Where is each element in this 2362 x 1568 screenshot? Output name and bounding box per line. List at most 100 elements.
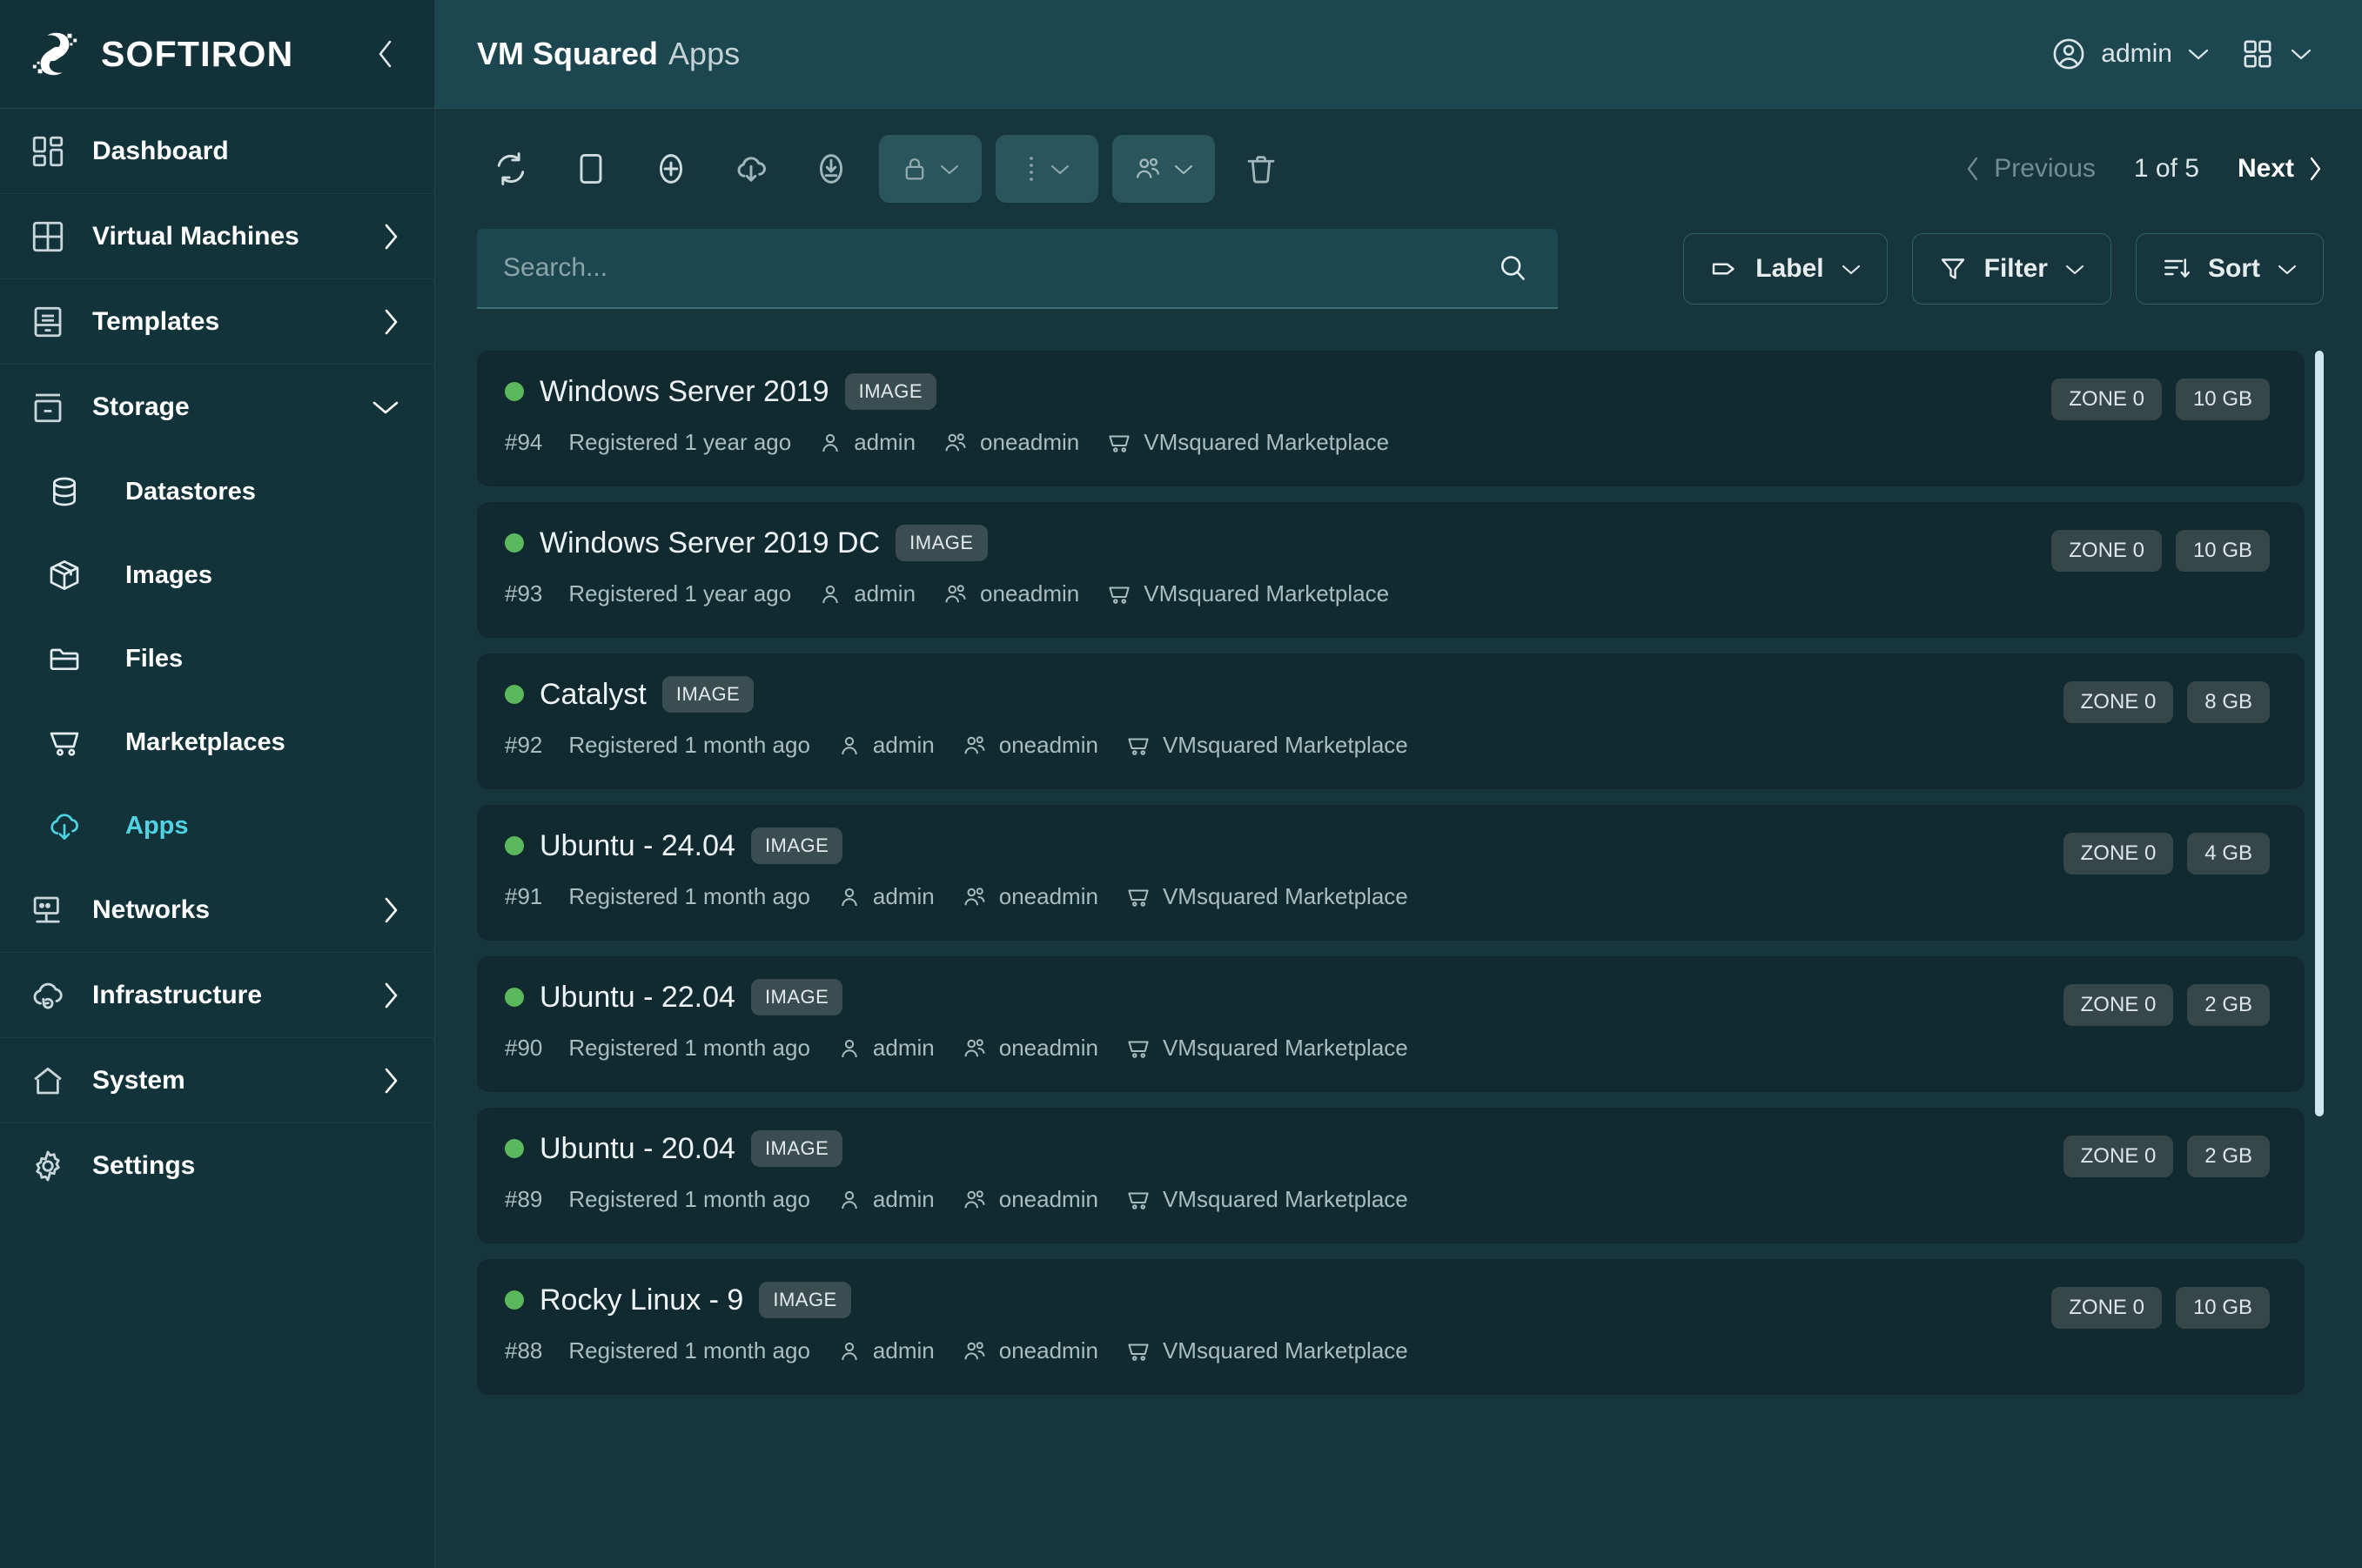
pagination: Previous 1 of 5 Next	[1964, 154, 2324, 184]
owner-name: admin	[872, 732, 935, 758]
row-badges: ZONE 0 10 GB	[2051, 525, 2270, 572]
home-icon	[28, 1062, 68, 1099]
next-page-button[interactable]: Next	[2238, 154, 2324, 184]
table-row[interactable]: Ubuntu - 24.04 IMAGE #91 Registered 1 month…	[477, 805, 2305, 941]
owner-name: admin	[872, 1337, 935, 1364]
table-row[interactable]: Rocky Linux - 9 IMAGE #88 Registered 1 mont…	[477, 1259, 2305, 1395]
user-menu[interactable]: admin	[2050, 36, 2211, 72]
table-row[interactable]: Windows Server 2019 IMAGE #94 Registered 1 …	[477, 351, 2305, 486]
sidebar-item-label: Images	[125, 560, 212, 589]
search-icon[interactable]	[1497, 252, 1528, 284]
group-name: oneadmin	[998, 732, 1098, 758]
filter-dropdown-label: Filter	[1983, 254, 2048, 283]
softiron-logo	[28, 27, 82, 81]
drawer-icon	[28, 304, 68, 340]
row-badges: ZONE 0 10 GB	[2051, 1282, 2270, 1329]
download-icon[interactable]	[797, 135, 865, 203]
type-badge: IMAGE	[844, 373, 937, 410]
sidebar-item-label: System	[92, 1065, 185, 1095]
sidebar-item-infrastructure[interactable]: Infrastructure	[0, 953, 434, 1038]
users-icon	[961, 1035, 989, 1062]
owner-meta: admin	[836, 1186, 935, 1213]
sidebar-item-marketplaces[interactable]: Marketplaces	[0, 700, 434, 784]
source-meta: VMsquared Marketplace	[1124, 1186, 1408, 1213]
chevron-down-icon	[370, 397, 401, 418]
sidebar-item-label: Storage	[92, 392, 190, 421]
source-meta: VMsquared Marketplace	[1124, 1337, 1408, 1364]
lock-dropdown[interactable]	[879, 135, 982, 203]
filter-dropdown[interactable]: Filter	[1911, 233, 2111, 305]
table-row[interactable]: Windows Server 2019 DC IMAGE #93 Registered…	[477, 502, 2305, 638]
refresh-icon[interactable]	[477, 135, 545, 203]
registered-time: Registered 1 month ago	[568, 1186, 810, 1212]
zone-badge: ZONE 0	[2063, 833, 2174, 874]
funnel-icon	[1937, 253, 1969, 285]
zone-badge: ZONE 0	[2051, 379, 2162, 420]
tag-icon	[1708, 253, 1740, 285]
previous-page-button[interactable]: Previous	[1964, 154, 2096, 184]
search-input[interactable]	[503, 253, 1497, 283]
users-icon	[961, 1187, 989, 1213]
sidebar-item-apps[interactable]: Apps	[0, 784, 434, 868]
sidebar-item-system[interactable]: System	[0, 1038, 434, 1123]
status-indicator-icon	[505, 685, 524, 704]
registered-time: Registered 1 month ago	[568, 883, 810, 909]
lock-icon	[900, 154, 929, 184]
table-row[interactable]: Catalyst IMAGE #92 Registered 1 month ago ad…	[477, 653, 2305, 789]
sort-icon	[2161, 253, 2192, 285]
brand-header: SOFTIRON	[0, 0, 434, 109]
delete-icon[interactable]	[1227, 135, 1295, 203]
grid-apps-icon	[2240, 37, 2275, 71]
chevron-down-icon	[1172, 162, 1195, 177]
row-meta: #93 Registered 1 year ago admin oneadmin VMs…	[505, 580, 2051, 607]
search-field[interactable]	[477, 229, 1558, 309]
sidebar-item-datastores[interactable]: Datastores	[0, 450, 434, 533]
row-main: Rocky Linux - 9 IMAGE #88 Registered 1 mont…	[505, 1282, 2051, 1364]
sidebar-item-label: Marketplaces	[125, 727, 285, 756]
page-title-sub: Apps	[668, 36, 741, 71]
select-all-icon[interactable]	[557, 135, 625, 203]
user-icon	[817, 581, 843, 607]
shopping-cart-icon	[1124, 733, 1152, 759]
sidebar-item-templates[interactable]: Templates	[0, 279, 434, 365]
chevron-right-icon	[2306, 155, 2324, 183]
sidebar-item-dashboard[interactable]: Dashboard	[0, 109, 434, 194]
scrollbar-thumb[interactable]	[2315, 351, 2324, 1116]
table-row[interactable]: Ubuntu - 22.04 IMAGE #90 Registered 1 month…	[477, 956, 2305, 1092]
sidebar-item-storage[interactable]: Storage	[0, 365, 434, 450]
row-meta: #92 Registered 1 month ago admin oneadmin VM…	[505, 732, 2063, 759]
chevron-down-icon	[2063, 262, 2086, 277]
sidebar-item-virtual-machines[interactable]: Virtual Machines	[0, 194, 434, 279]
chevron-left-icon[interactable]	[368, 37, 403, 71]
grid-squares-icon	[28, 218, 68, 255]
add-icon[interactable]	[637, 135, 705, 203]
zone-badge: ZONE 0	[2063, 681, 2174, 723]
registered-time: Registered 1 year ago	[568, 580, 792, 606]
user-icon	[836, 733, 862, 759]
sidebar-item-images[interactable]: Images	[0, 533, 434, 617]
cloud-download-icon[interactable]	[717, 135, 785, 203]
sidebar-item-settings[interactable]: Settings	[0, 1123, 434, 1209]
more-dropdown[interactable]	[996, 135, 1098, 203]
owner-meta: admin	[817, 429, 916, 456]
sidebar-item-networks[interactable]: Networks	[0, 868, 434, 953]
ownership-dropdown[interactable]	[1112, 135, 1215, 203]
row-badges: ZONE 0 8 GB	[2063, 676, 2270, 723]
table-row[interactable]: Ubuntu - 20.04 IMAGE #89 Registered 1 month…	[477, 1108, 2305, 1243]
apps-menu[interactable]	[2240, 37, 2313, 71]
size-badge: 10 GB	[2175, 1287, 2270, 1329]
sidebar-item-label: Virtual Machines	[92, 221, 299, 251]
label-dropdown[interactable]: Label	[1683, 233, 1888, 305]
owner-meta: admin	[836, 1035, 935, 1062]
registered-time: Registered 1 month ago	[568, 1035, 810, 1061]
user-name: admin	[2101, 39, 2172, 68]
cloud-sync-icon	[28, 977, 68, 1014]
owner-name: admin	[872, 1186, 935, 1212]
users-icon	[961, 884, 989, 910]
sort-dropdown[interactable]: Sort	[2136, 233, 2324, 305]
type-badge: IMAGE	[750, 828, 843, 864]
sidebar-item-files[interactable]: Files	[0, 617, 434, 700]
row-title-row: Windows Server 2019 IMAGE	[505, 373, 2051, 410]
users-icon	[942, 430, 970, 456]
row-main: Windows Server 2019 IMAGE #94 Registered 1 …	[505, 373, 2051, 456]
